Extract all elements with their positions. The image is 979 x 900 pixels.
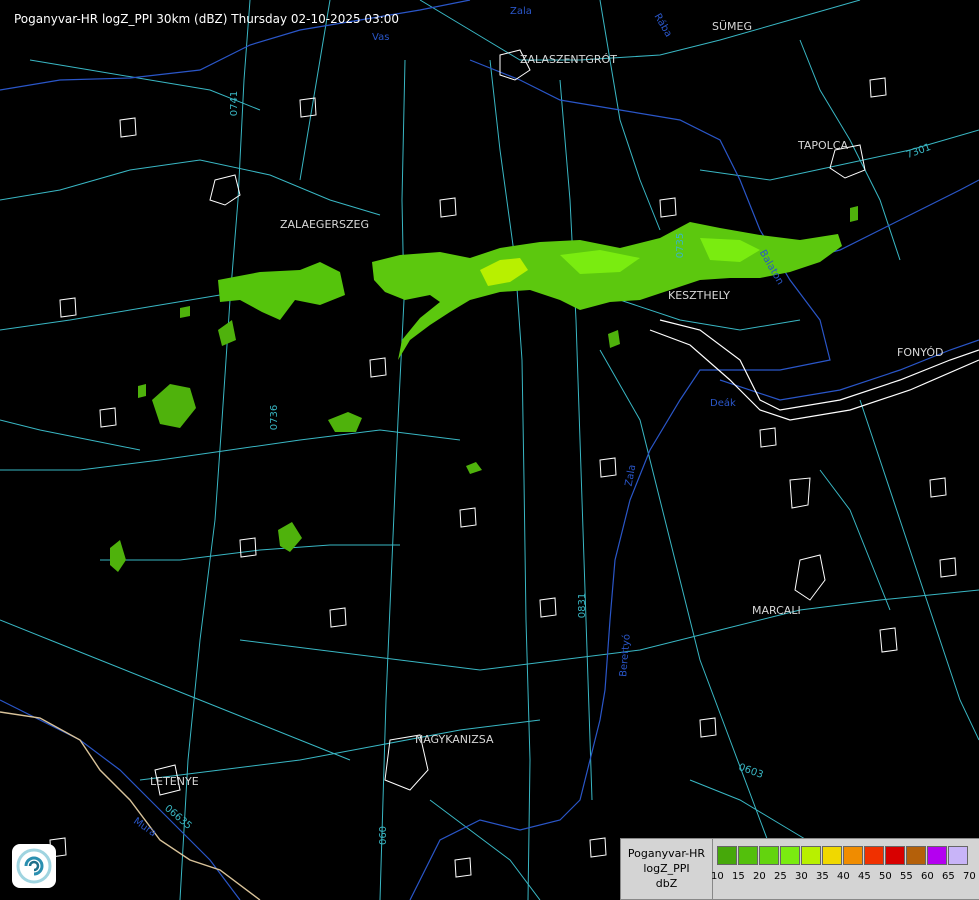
- legend-tick-label: 10: [711, 871, 724, 882]
- city-label-sumeg: SÜMEG: [712, 20, 752, 33]
- legend-swatch: [738, 846, 758, 865]
- legend-swatch: [927, 846, 947, 865]
- service-logo: [12, 844, 56, 888]
- legend-tick-label: 30: [795, 871, 808, 882]
- legend-swatch: [780, 846, 800, 865]
- echo-cell-10: [180, 306, 190, 318]
- legend-tick-label: 15: [732, 871, 745, 882]
- radar-map: [0, 0, 979, 900]
- city-label-fonyod: FONYÓD: [897, 346, 944, 359]
- legend-tick-label: 55: [900, 871, 913, 882]
- swirl-icon: [16, 848, 52, 884]
- legend-title: Poganyvar-HR logZ_PPI dbZ: [621, 839, 713, 899]
- legend-title-line: Poganyvar-HR: [627, 847, 706, 860]
- map-title: Poganyvar-HR logZ_PPI 30km (dBZ) Thursda…: [14, 12, 400, 26]
- legend-tick-label: 20: [753, 871, 766, 882]
- echo-cell-8: [138, 384, 146, 398]
- legend-tick-label: 65: [942, 871, 955, 882]
- city-label-zalaszentgrot: ZALASZENTGRÓT: [520, 53, 617, 66]
- legend-title-line: logZ_PPI: [643, 862, 690, 875]
- city-label-nagykanizsa: NAGYKANIZSA: [415, 733, 494, 746]
- river-label: Vas: [372, 32, 390, 43]
- road-label: 0741: [229, 90, 241, 117]
- road-label: 0831: [577, 592, 589, 619]
- echo-cell-9: [850, 206, 858, 222]
- city-label-tapolca: TAPOLCA: [798, 139, 849, 152]
- legend-swatch: [885, 846, 905, 865]
- legend-tick-label: 45: [858, 871, 871, 882]
- legend-swatch: [717, 846, 737, 865]
- legend-tick-label: 70: [963, 871, 976, 882]
- legend-swatch: [864, 846, 884, 865]
- legend-swatch: [948, 846, 968, 865]
- legend-tick-label: 40: [837, 871, 850, 882]
- legend-tick-label: 35: [816, 871, 829, 882]
- legend-swatch: [843, 846, 863, 865]
- river-label: Zala: [510, 6, 532, 17]
- city-label-zalaegerszeg: ZALAEGERSZEG: [280, 218, 370, 231]
- legend-swatch: [822, 846, 842, 865]
- legend-unit: dbZ: [655, 877, 678, 890]
- river-label: Deák: [710, 398, 736, 409]
- legend-swatch: [906, 846, 926, 865]
- road-label: 060: [378, 825, 390, 846]
- legend-swatch: [801, 846, 821, 865]
- road-label: 0736: [269, 404, 281, 431]
- legend-swatch: [759, 846, 779, 865]
- legend-tick-label: 25: [774, 871, 787, 882]
- city-label-letenye: LETENYE: [150, 775, 199, 788]
- city-label-keszthely: KESZTHELY: [668, 289, 731, 302]
- road-label: 0735: [675, 232, 687, 259]
- color-legend: Poganyvar-HR logZ_PPI dbZ 10 15 20 25 30 35 40…: [620, 838, 979, 900]
- legend-tick-label: 60: [921, 871, 934, 882]
- legend-tick-label: 50: [879, 871, 892, 882]
- city-label-marcali: MARCALI: [752, 604, 801, 617]
